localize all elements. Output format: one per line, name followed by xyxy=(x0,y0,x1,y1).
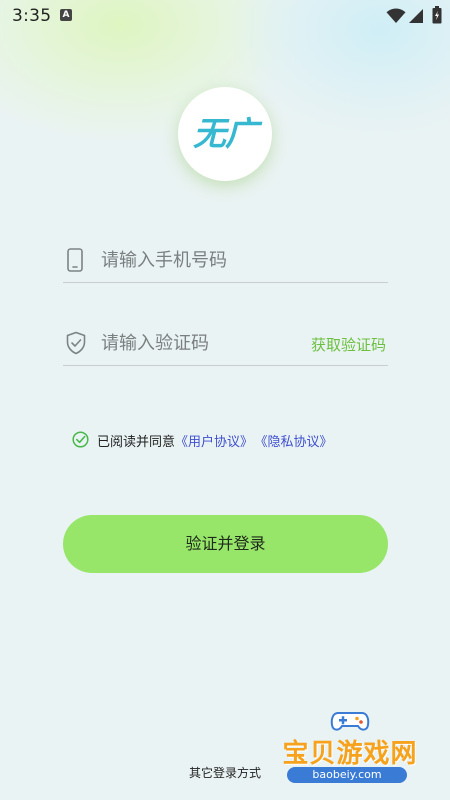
other-login-methods-link[interactable]: 其它登录方式 xyxy=(0,764,450,781)
agreement-text: 已阅读并同意《用户协议》 《隐私协议》 xyxy=(97,431,333,450)
verify-and-login-button[interactable]: 验证并登录 xyxy=(63,515,388,573)
cellular-signal-icon xyxy=(408,8,424,28)
wifi-icon xyxy=(386,8,406,28)
notification-badge-icon: A xyxy=(60,9,72,21)
app-logo-text: 无广 xyxy=(193,114,258,153)
get-code-button[interactable]: 获取验证码 xyxy=(311,334,386,355)
watermark-logo: 宝贝游戏网 baobeiy.com xyxy=(275,707,425,797)
verification-code-input[interactable] xyxy=(101,327,291,359)
phone-input[interactable] xyxy=(101,244,371,276)
app-logo: 无广 xyxy=(178,87,272,181)
agreement-checkbox[interactable] xyxy=(72,431,89,448)
shield-check-icon xyxy=(65,331,87,359)
privacy-policy-link[interactable]: 《隐私协议》 xyxy=(261,435,333,450)
phone-field xyxy=(63,240,388,283)
verification-code-field: 获取验证码 xyxy=(63,323,388,366)
agreement-prefix: 已阅读并同意 xyxy=(97,435,176,450)
gamepad-icon xyxy=(330,709,370,737)
login-screen: 3:35 A 无广 请输入手机号码 请输入验证码 获取验证码 已阅读并同意《用户… xyxy=(0,0,450,800)
phone-icon xyxy=(65,248,85,276)
battery-icon xyxy=(432,6,442,28)
status-bar: 3:35 A xyxy=(0,0,450,32)
user-agreement-link[interactable]: 《用户协议》 xyxy=(175,435,253,450)
status-time: 3:35 xyxy=(12,6,52,26)
